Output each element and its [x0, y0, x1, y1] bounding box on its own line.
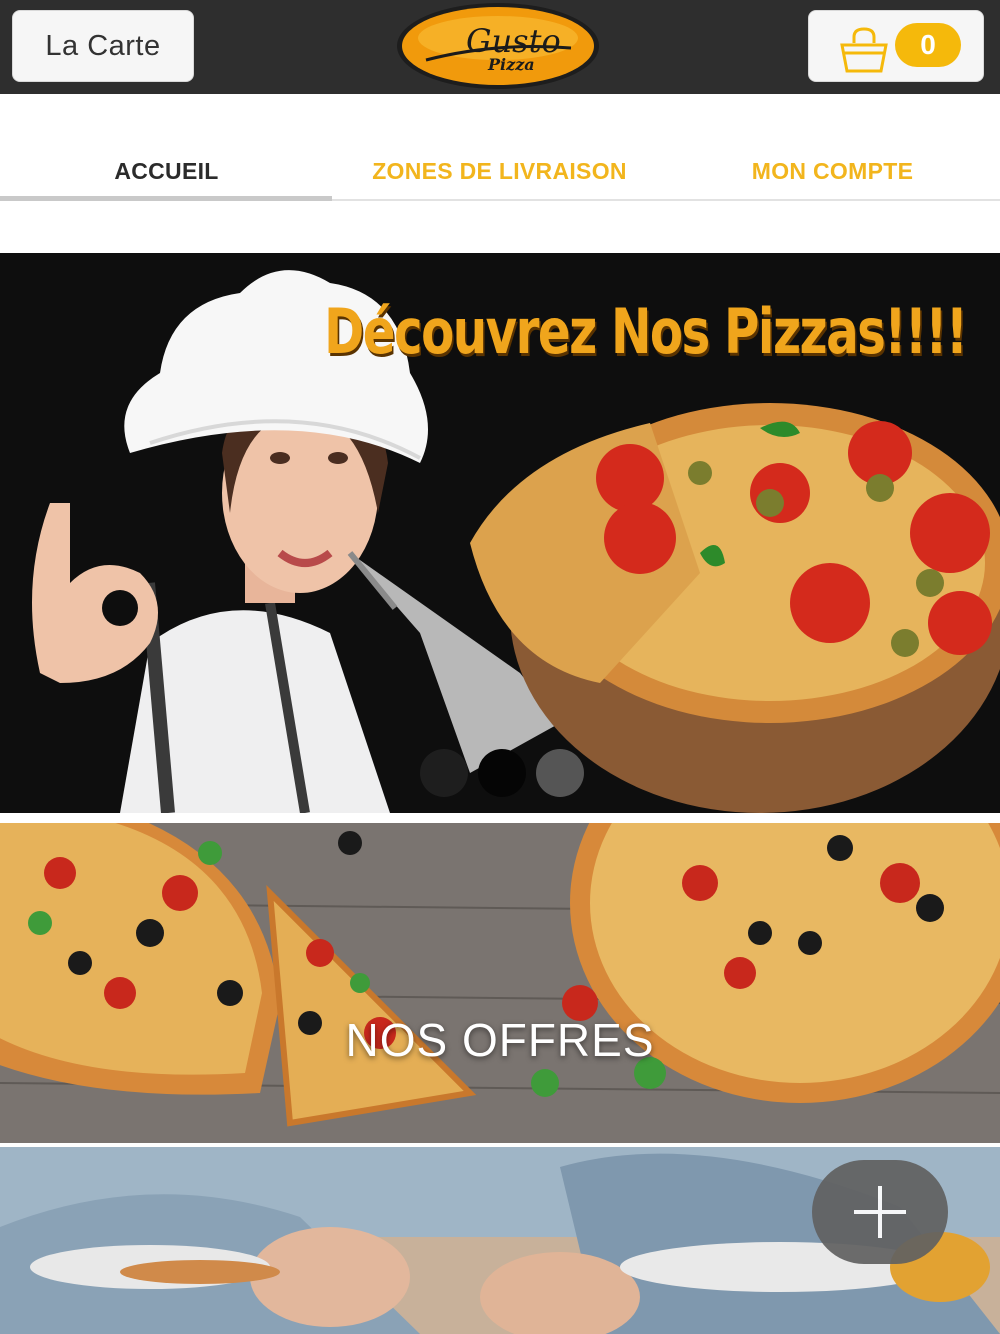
hero-title: Découvrez Nos Pizzas!!!!: [323, 295, 968, 368]
la-carte-label: La Carte: [45, 29, 161, 62]
plus-icon: [854, 1186, 906, 1238]
tab-accueil[interactable]: ACCUEIL: [0, 140, 333, 202]
add-fab-button[interactable]: [812, 1160, 948, 1264]
app-header: La Carte Gusto Pizza 0: [0, 0, 1000, 94]
svg-text:Pizza: Pizza: [487, 55, 535, 74]
tab-mon-compte[interactable]: MON COMPTE: [666, 140, 999, 202]
carousel-dots: [420, 749, 600, 799]
offers-card[interactable]: NOS OFFRES: [0, 823, 1000, 1143]
active-tab-indicator: [0, 196, 332, 201]
carousel-dot-3[interactable]: [536, 749, 584, 797]
carousel-dot-2[interactable]: [478, 749, 526, 797]
gusto-pizza-logo[interactable]: Gusto Pizza: [396, 2, 600, 90]
main-tabs: ACCUEIL ZONES DE LIVRAISON MON COMPTE: [0, 140, 1000, 202]
cart-button[interactable]: 0: [808, 10, 984, 82]
hero-carousel[interactable]: Découvrez Nos Pizzas!!!!: [0, 253, 1000, 813]
offers-image: [0, 823, 1000, 1143]
tab-zones-de-livraison[interactable]: ZONES DE LIVRAISON: [333, 140, 666, 202]
offers-title: NOS OFFRES: [345, 1014, 655, 1066]
carousel-dot-1[interactable]: [420, 749, 468, 797]
la-carte-button[interactable]: La Carte: [12, 10, 194, 82]
cart-count-badge: 0: [895, 23, 961, 67]
shopping-bag-icon: [840, 27, 888, 73]
